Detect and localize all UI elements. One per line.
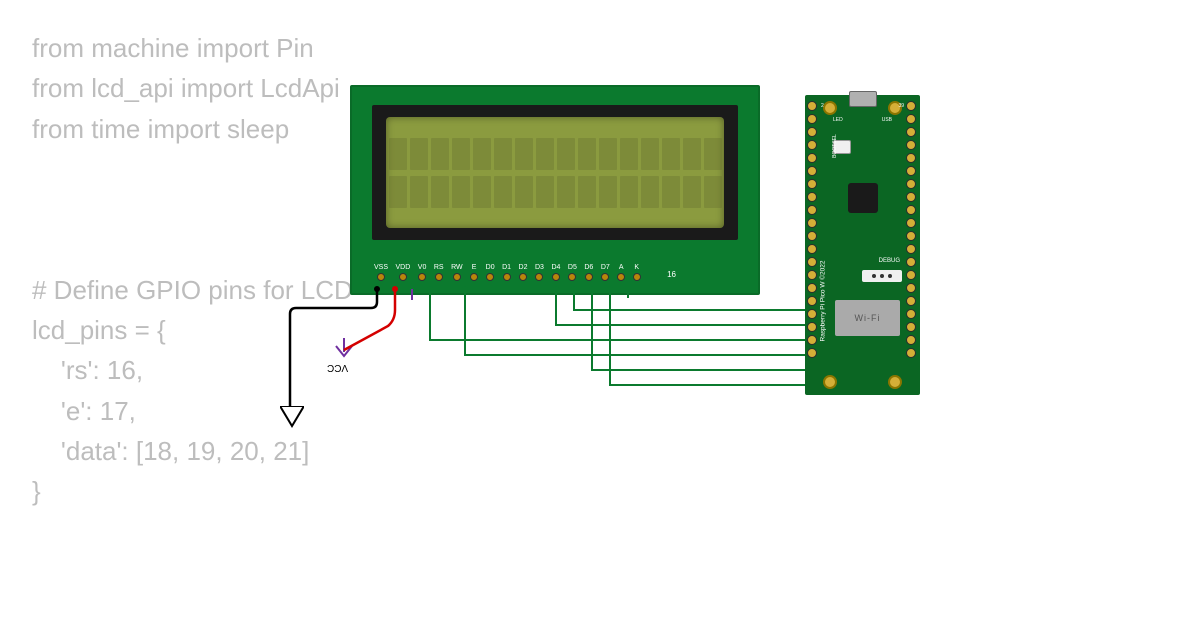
pico-pin[interactable]: [906, 309, 916, 319]
lcd-pin-d3[interactable]: D3: [535, 264, 544, 281]
lcd-pin-header: VSS VDD V0 RS RW E D0 D1 D2 D3 D4 D5 D6 …: [374, 264, 641, 281]
lcd-pin-vdd[interactable]: VDD: [396, 264, 411, 281]
pico-pin[interactable]: [906, 205, 916, 215]
lcd-pin-a[interactable]: A: [617, 264, 625, 281]
pico-pin[interactable]: [906, 218, 916, 228]
lcd-pin-e[interactable]: E: [470, 264, 478, 281]
pico-pin[interactable]: [807, 192, 817, 202]
pico-mount-hole: [823, 101, 837, 115]
pico-mount-hole: [888, 375, 902, 389]
pico-pin[interactable]: [807, 296, 817, 306]
pico-pin[interactable]: [906, 296, 916, 306]
wire-d6: [592, 289, 805, 370]
lcd-pin-vss[interactable]: VSS: [374, 264, 388, 281]
pico-pin[interactable]: [807, 283, 817, 293]
pico-pin[interactable]: [807, 153, 817, 163]
pico-debug-header[interactable]: [862, 270, 902, 282]
lcd-pin-rs[interactable]: RS: [434, 264, 444, 281]
lcd-pin-d7[interactable]: D7: [601, 264, 610, 281]
pico-board-name: Raspberry Pi Pico W ©2022: [820, 260, 827, 341]
lcd-pin-d2[interactable]: D2: [519, 264, 528, 281]
pico-pin[interactable]: [807, 127, 817, 137]
lcd-row-2: [389, 176, 722, 208]
pico-pin[interactable]: [906, 127, 916, 137]
pico-rp2040-chip: [848, 183, 878, 213]
lcd-pin-d6[interactable]: D6: [584, 264, 593, 281]
pico-pin[interactable]: [807, 309, 817, 319]
raspberry-pi-pico-w[interactable]: DEBUG Wi-Fi Raspberry Pi Pico W ©2022 LE…: [805, 95, 920, 395]
lcd-pin-v0[interactable]: V0: [418, 264, 427, 281]
pico-usb-label: USB: [882, 117, 892, 123]
pico-pin[interactable]: [906, 179, 916, 189]
pico-pin[interactable]: [906, 231, 916, 241]
pico-pin[interactable]: [906, 114, 916, 124]
pico-pin[interactable]: [807, 114, 817, 124]
vcc-symbol-icon: [332, 338, 356, 362]
pico-pin[interactable]: [906, 192, 916, 202]
lcd-display-area: [386, 117, 724, 228]
pico-pin[interactable]: [906, 348, 916, 358]
pico-pin[interactable]: [906, 322, 916, 332]
ground-symbol-icon: [280, 406, 304, 428]
pico-led-label: LED: [833, 117, 843, 123]
pico-pin[interactable]: [807, 101, 817, 111]
lcd-row-1: [389, 138, 722, 170]
pico-bootsel-label: BOOTSEL: [832, 134, 838, 158]
pico-pin[interactable]: [807, 322, 817, 332]
pico-pin39-label: 39: [898, 103, 904, 109]
lcd-pin16-number: 16: [667, 270, 676, 279]
wire-rs: [430, 289, 805, 340]
pico-usb-connector[interactable]: [849, 91, 877, 107]
lcd-bezel: [372, 105, 738, 240]
wire-d7: [610, 289, 805, 385]
pico-pin[interactable]: [906, 153, 916, 163]
pico-pin[interactable]: [807, 257, 817, 267]
lcd-pin-d4[interactable]: D4: [551, 264, 560, 281]
pico-right-pin-header: [906, 101, 918, 358]
lcd-pin-k[interactable]: K: [633, 264, 641, 281]
lcd-pin-d0[interactable]: D0: [486, 264, 495, 281]
pico-pin[interactable]: [906, 283, 916, 293]
pico-pin[interactable]: [807, 166, 817, 176]
pico-pin[interactable]: [807, 218, 817, 228]
pico-pin[interactable]: [906, 270, 916, 280]
pico-left-pin-header: [807, 101, 819, 358]
lcd-pin-rw[interactable]: RW: [451, 264, 463, 281]
pico-pin[interactable]: [807, 140, 817, 150]
lcd-pin-d1[interactable]: D1: [502, 264, 511, 281]
pico-pin[interactable]: [807, 179, 817, 189]
lcd1602-module[interactable]: VSS VDD V0 RS RW E D0 D1 D2 D3 D4 D5 D6 …: [350, 85, 760, 295]
pico-pin[interactable]: [807, 205, 817, 215]
pico-wifi-module: Wi-Fi: [835, 300, 900, 336]
pico-pin[interactable]: [807, 335, 817, 345]
pico-pin[interactable]: [807, 348, 817, 358]
pico-debug-label: DEBUG: [879, 258, 900, 264]
pico-pin[interactable]: [906, 140, 916, 150]
pico-pin[interactable]: [906, 244, 916, 254]
pico-pin[interactable]: [906, 335, 916, 345]
lcd-pin-d5[interactable]: D5: [568, 264, 577, 281]
pico-pin[interactable]: [807, 231, 817, 241]
vcc-label: VCC: [327, 362, 348, 373]
wire-e: [465, 289, 805, 355]
pico-mount-hole: [823, 375, 837, 389]
pico-pin[interactable]: [906, 101, 916, 111]
pico-pin[interactable]: [807, 270, 817, 280]
pico-pin[interactable]: [807, 244, 817, 254]
pico-pin2-label: 2: [821, 103, 824, 109]
pico-pin[interactable]: [906, 257, 916, 267]
pico-pin[interactable]: [906, 166, 916, 176]
wiring-diagram: VSS VDD V0 RS RW E D0 D1 D2 D3 D4 D5 D6 …: [0, 0, 1200, 630]
